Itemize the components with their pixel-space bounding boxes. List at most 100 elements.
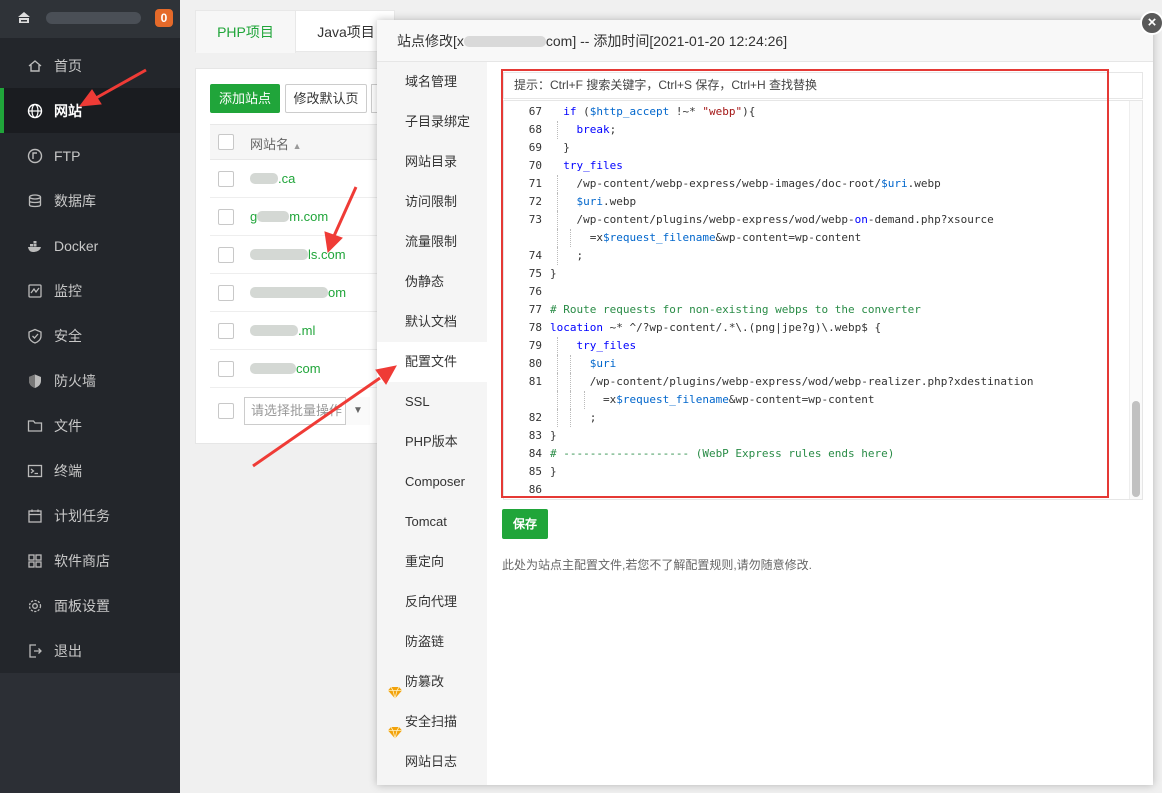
table-row: com bbox=[210, 350, 380, 388]
project-tabs: PHP项目 Java项目 bbox=[195, 10, 395, 53]
docker-icon bbox=[26, 237, 44, 255]
row-checkbox[interactable] bbox=[218, 171, 234, 187]
grid-icon bbox=[26, 552, 44, 570]
dialog-nav-item-8[interactable]: SSL bbox=[377, 382, 487, 422]
row-checkbox[interactable] bbox=[218, 247, 234, 263]
config-warning-note: 此处为站点主配置文件,若您不了解配置规则,请勿随意修改. bbox=[502, 558, 813, 572]
dialog-nav-item-4[interactable]: 流量限制 bbox=[377, 222, 487, 262]
close-icon[interactable]: × bbox=[1140, 11, 1162, 35]
sidebar-footer bbox=[0, 673, 180, 793]
site-name-redacted bbox=[250, 363, 296, 374]
sidebar-item-11[interactable]: 软件商店 bbox=[0, 538, 180, 583]
server-address-redacted bbox=[46, 12, 141, 24]
save-button[interactable]: 保存 bbox=[502, 509, 548, 539]
sidebar-item-label: FTP bbox=[54, 147, 81, 164]
dialog-nav-item-7[interactable]: 配置文件 bbox=[377, 342, 487, 382]
dialog-nav-item-6[interactable]: 默认文档 bbox=[377, 302, 487, 342]
dialog-nav-item-15[interactable]: 防篡改 bbox=[377, 662, 487, 702]
row-checkbox[interactable] bbox=[218, 361, 234, 377]
sidebar-item-label: 退出 bbox=[54, 642, 82, 659]
sidebar-item-label: 首页 bbox=[54, 57, 82, 74]
terminal-icon bbox=[26, 462, 44, 480]
logout-icon bbox=[26, 642, 44, 660]
sidebar-item-6[interactable]: 安全 bbox=[0, 313, 180, 358]
database-icon bbox=[26, 192, 44, 210]
diamond-icon bbox=[388, 675, 402, 699]
firewall-icon bbox=[26, 372, 44, 390]
config-file-panel: 提示：Ctrl+F 搜索关键字，Ctrl+S 保存，Ctrl+H 查找替换 67… bbox=[487, 62, 1153, 785]
dialog-nav-item-1[interactable]: 子目录绑定 bbox=[377, 102, 487, 142]
dialog-nav-item-3[interactable]: 访问限制 bbox=[377, 182, 487, 222]
sidebar-item-9[interactable]: 终端 bbox=[0, 448, 180, 493]
dialog-nav-item-17[interactable]: 网站日志 bbox=[377, 742, 487, 782]
sort-up-icon: ▲ bbox=[292, 141, 302, 151]
row-checkbox[interactable] bbox=[218, 285, 234, 301]
folder-icon bbox=[26, 417, 44, 435]
site-name-link[interactable]: .ca bbox=[250, 171, 295, 186]
site-name-redacted bbox=[257, 211, 290, 222]
sidebar-item-0[interactable]: 首页 bbox=[0, 43, 180, 88]
table-row: ls.com bbox=[210, 236, 380, 274]
site-name-link[interactable]: om bbox=[250, 285, 346, 300]
dialog-nav-item-13[interactable]: 反向代理 bbox=[377, 582, 487, 622]
sidebar-item-label: Docker bbox=[54, 237, 99, 254]
calendar-icon bbox=[26, 507, 44, 525]
dialog-nav-item-14[interactable]: 防盗链 bbox=[377, 622, 487, 662]
editor-scrollbar-thumb[interactable] bbox=[1132, 401, 1140, 497]
dialog-nav-item-16[interactable]: 安全扫描 bbox=[377, 702, 487, 742]
domain-redacted bbox=[463, 36, 546, 47]
update-badge[interactable]: 0 bbox=[155, 9, 173, 27]
dialog-nav-item-2[interactable]: 网站目录 bbox=[377, 142, 487, 182]
table-row: .ml bbox=[210, 312, 380, 350]
sidebar-header: 0 bbox=[0, 0, 180, 38]
select-all-checkbox[interactable] bbox=[218, 134, 234, 150]
sidebar-item-label: 网站 bbox=[54, 102, 82, 119]
site-name-link[interactable]: g m.com bbox=[250, 209, 328, 224]
ftp-icon bbox=[26, 147, 44, 165]
sidebar: 0 首页网站 FTP 数据库 Docker 监控安全防火墙文件终端计划任务软件商店面板设… bbox=[0, 0, 180, 793]
site-name-redacted bbox=[250, 173, 278, 184]
sidebar-item-label: 数据库 bbox=[54, 192, 96, 209]
dialog-nav-item-11[interactable]: Tomcat bbox=[377, 502, 487, 542]
site-name-link[interactable]: .ml bbox=[250, 323, 315, 338]
add-site-button[interactable]: 添加站点 bbox=[210, 84, 280, 113]
site-name-redacted bbox=[250, 325, 298, 336]
sidebar-item-12[interactable]: 面板设置 bbox=[0, 583, 180, 628]
sidebar-item-label: 文件 bbox=[54, 417, 82, 434]
sidebar-item-7[interactable]: 防火墙 bbox=[0, 358, 180, 403]
dialog-nav-item-5[interactable]: 伪静态 bbox=[377, 262, 487, 302]
site-name-redacted bbox=[250, 287, 328, 298]
sidebar-item-4[interactable]: Docker bbox=[0, 223, 180, 268]
row-checkbox[interactable] bbox=[218, 323, 234, 339]
sidebar-item-3[interactable]: 数据库 bbox=[0, 178, 180, 223]
sidebar-menu: 首页网站 FTP 数据库 Docker 监控安全防火墙文件终端计划任务软件商店面板设置退… bbox=[0, 43, 180, 673]
dialog-nav-item-12[interactable]: 重定向 bbox=[377, 542, 487, 582]
monitor-icon bbox=[26, 282, 44, 300]
sidebar-item-2[interactable]: FTP bbox=[0, 133, 180, 178]
row-checkbox[interactable] bbox=[218, 209, 234, 225]
column-site-name[interactable]: 网站名 ▲ bbox=[250, 134, 302, 153]
site-edit-dialog: 站点修改[x com] -- 添加时间[2021-01-20 12:24:26] … bbox=[377, 20, 1153, 785]
chevron-down-icon[interactable]: ▼ bbox=[345, 397, 370, 425]
gear-icon bbox=[26, 597, 44, 615]
sidebar-item-5[interactable]: 监控 bbox=[0, 268, 180, 313]
sidebar-item-8[interactable]: 文件 bbox=[0, 403, 180, 448]
site-name-link[interactable]: com bbox=[250, 361, 321, 376]
modify-default-page-button[interactable]: 修改默认页 bbox=[285, 84, 367, 113]
dialog-nav: 域名管理 子目录绑定 网站目录 访问限制 流量限制 伪静态 默认文档 配置文件 SSL PHP版本… bbox=[377, 62, 487, 785]
sidebar-item-label: 终端 bbox=[54, 462, 82, 479]
dialog-nav-item-0[interactable]: 域名管理 bbox=[377, 62, 487, 102]
dialog-nav-item-10[interactable]: Composer bbox=[377, 462, 487, 502]
sidebar-item-label: 安全 bbox=[54, 327, 82, 344]
sidebar-item-label: 软件商店 bbox=[54, 552, 110, 569]
diamond-icon bbox=[388, 715, 402, 739]
sidebar-item-10[interactable]: 计划任务 bbox=[0, 493, 180, 538]
sidebar-item-label: 计划任务 bbox=[54, 507, 110, 524]
site-name-link[interactable]: ls.com bbox=[250, 247, 346, 262]
batch-select-checkbox[interactable] bbox=[218, 403, 234, 419]
dialog-nav-item-9[interactable]: PHP版本 bbox=[377, 422, 487, 462]
tab-php-project[interactable]: PHP项目 bbox=[196, 11, 296, 53]
sidebar-item-1[interactable]: 网站 bbox=[0, 88, 180, 133]
sidebar-item-13[interactable]: 退出 bbox=[0, 628, 180, 673]
table-row: .ca bbox=[210, 160, 380, 198]
